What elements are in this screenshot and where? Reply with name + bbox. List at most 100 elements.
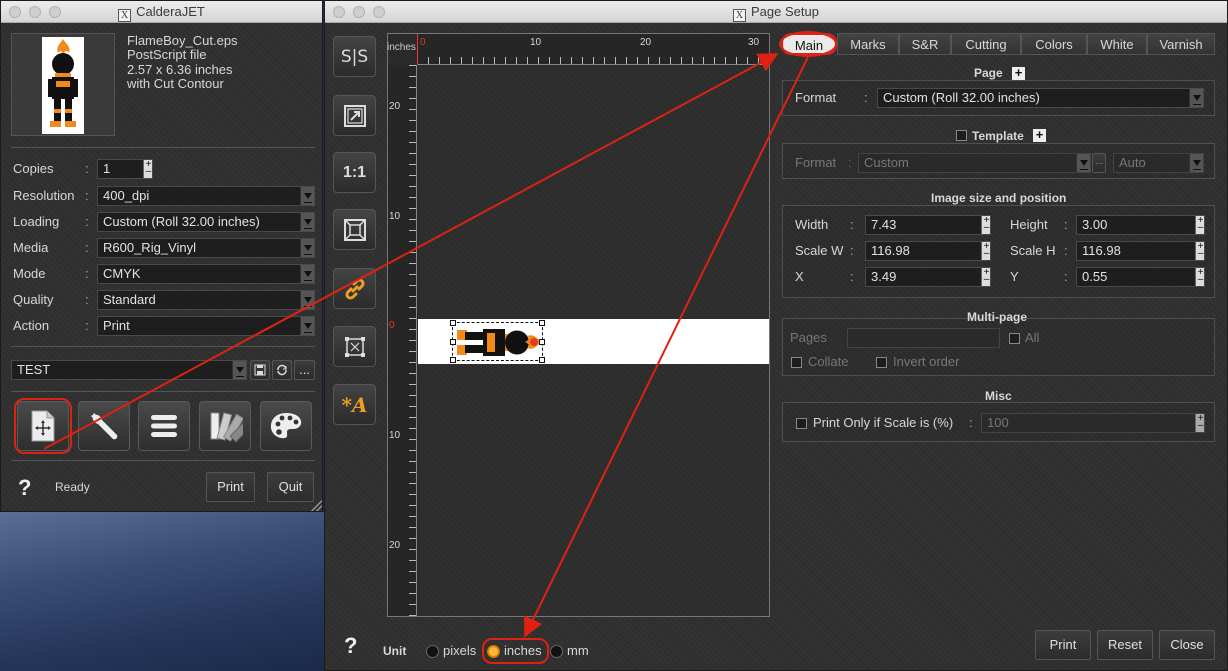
resize-handle[interactable] (450, 357, 456, 363)
invert-order-checkbox[interactable] (876, 357, 887, 368)
swatches-button[interactable] (199, 401, 251, 451)
status-text: Ready (55, 480, 90, 494)
x-input[interactable]: 3.49 (865, 267, 991, 287)
zoom-window-button[interactable] (49, 6, 61, 18)
tab-varnish[interactable]: Varnish (1147, 33, 1215, 55)
tab-cutting[interactable]: Cutting (951, 33, 1021, 55)
media-select[interactable]: R600_Rig_Vinyl (97, 238, 315, 258)
reset-button[interactable]: Reset (1097, 630, 1153, 660)
scale-h-stepper[interactable] (1195, 242, 1204, 260)
height-value: 3.00 (1082, 217, 1108, 232)
quality-select[interactable]: Standard (97, 290, 315, 310)
zoom-window-button[interactable] (373, 6, 385, 18)
all-pages-checkbox[interactable] (1009, 333, 1020, 344)
vertical-ruler[interactable] (388, 65, 417, 616)
actual-size-button[interactable]: 1:1 (333, 152, 376, 193)
settings-button[interactable] (78, 401, 130, 451)
x11-icon: X (118, 9, 132, 22)
file-type: PostScript file (127, 47, 207, 62)
add-template-icon[interactable]: + (1033, 128, 1046, 142)
chevron-down-icon (300, 187, 314, 205)
sync-button[interactable]: S|S (333, 36, 376, 77)
save-preset-button[interactable] (250, 360, 270, 380)
resize-grip-icon[interactable] (311, 499, 322, 511)
template-format-select[interactable]: Custom (858, 153, 1091, 173)
chevron-down-icon (300, 291, 314, 309)
minimize-window-button[interactable] (353, 6, 365, 18)
h-tick-30: 30 (748, 37, 760, 48)
horizontal-ruler[interactable] (417, 34, 769, 65)
close-window-button[interactable] (9, 6, 21, 18)
preset-more-button[interactable]: ... (294, 360, 315, 380)
height-input[interactable]: 3.00 (1076, 215, 1205, 235)
pages-input[interactable] (847, 328, 1000, 348)
collate-label: Collate (808, 354, 849, 369)
link-button[interactable] (333, 268, 376, 309)
resize-handle[interactable] (450, 320, 456, 326)
scale-h-input[interactable]: 116.98 (1076, 241, 1205, 261)
close-window-button[interactable] (333, 6, 345, 18)
queue-button[interactable] (138, 401, 190, 451)
help-icon[interactable]: ? (344, 633, 357, 659)
width-label: Width (795, 217, 829, 232)
help-icon[interactable]: ? (18, 475, 31, 501)
center-button[interactable] (333, 326, 376, 367)
tab-sr[interactable]: S&R (899, 33, 951, 55)
window-title: CalderaJET (136, 4, 205, 19)
y-stepper[interactable] (1195, 268, 1204, 286)
fit-window-button[interactable] (333, 209, 376, 250)
resolution-select[interactable]: 400_dpi (97, 186, 315, 206)
close-button[interactable]: Close (1159, 630, 1215, 660)
width-input[interactable]: 7.43 (865, 215, 991, 235)
copies-stepper[interactable] (143, 160, 152, 178)
page-format-select[interactable]: Custom (Roll 32.00 inches) (877, 88, 1204, 108)
tab-marks[interactable]: Marks (837, 33, 899, 55)
add-page-icon[interactable]: + (1012, 66, 1025, 80)
height-stepper[interactable] (1195, 216, 1204, 234)
scale-w-input[interactable]: 116.98 (865, 241, 991, 261)
unit-mm-radio[interactable] (550, 645, 563, 658)
width-stepper[interactable] (981, 216, 990, 234)
scale-w-value: 116.98 (871, 243, 910, 258)
refresh-preset-button[interactable] (272, 360, 292, 380)
tab-colors[interactable]: Colors (1021, 33, 1087, 55)
minimize-window-button[interactable] (29, 6, 41, 18)
preset-select[interactable]: TEST (11, 360, 247, 380)
tab-main[interactable]: Main (781, 33, 837, 55)
fit-page-button[interactable] (333, 95, 376, 136)
invert-order-label: Invert order (893, 354, 960, 369)
mode-select[interactable]: CMYK (97, 264, 315, 284)
collate-checkbox[interactable] (791, 357, 802, 368)
quit-button[interactable]: Quit (267, 472, 314, 502)
scale-w-stepper[interactable] (981, 242, 990, 260)
x-stepper[interactable] (981, 268, 990, 286)
page-setup-print-button[interactable]: Print (1035, 630, 1091, 660)
resolution-label: Resolution (13, 188, 75, 203)
placed-image[interactable] (450, 320, 545, 363)
color-palette-button[interactable] (260, 401, 312, 451)
resize-handle[interactable] (450, 339, 456, 345)
calderajet-titlebar[interactable]: X CalderaJET (1, 1, 322, 23)
resize-handle[interactable] (539, 339, 545, 345)
scale-percent-input[interactable]: 100 (981, 413, 1205, 433)
template-more-button[interactable]: ... (1092, 153, 1106, 173)
page-setup-titlebar[interactable]: X Page Setup (325, 1, 1227, 23)
auto-button[interactable]: *A (333, 384, 376, 425)
y-input[interactable]: 0.55 (1076, 267, 1205, 287)
template-auto-select[interactable]: Auto (1113, 153, 1204, 173)
template-checkbox[interactable] (956, 130, 967, 141)
annotation-highlight (482, 638, 549, 664)
action-select[interactable]: Print (97, 316, 315, 336)
loading-select[interactable]: Custom (Roll 32.00 inches) (97, 212, 315, 232)
print-button[interactable]: Print (206, 472, 255, 502)
file-thumbnail[interactable] (11, 33, 115, 136)
resize-handle[interactable] (539, 320, 545, 326)
unit-pixels-radio[interactable] (426, 645, 439, 658)
scale-percent-stepper[interactable] (1195, 414, 1204, 432)
resize-handle[interactable] (539, 357, 545, 363)
y-value: 0.55 (1082, 269, 1108, 284)
copies-input[interactable]: 1 (97, 159, 153, 179)
v-tick-10-bottom: 10 (389, 430, 401, 441)
print-only-scale-checkbox[interactable] (796, 418, 807, 429)
tab-white[interactable]: White (1087, 33, 1147, 55)
